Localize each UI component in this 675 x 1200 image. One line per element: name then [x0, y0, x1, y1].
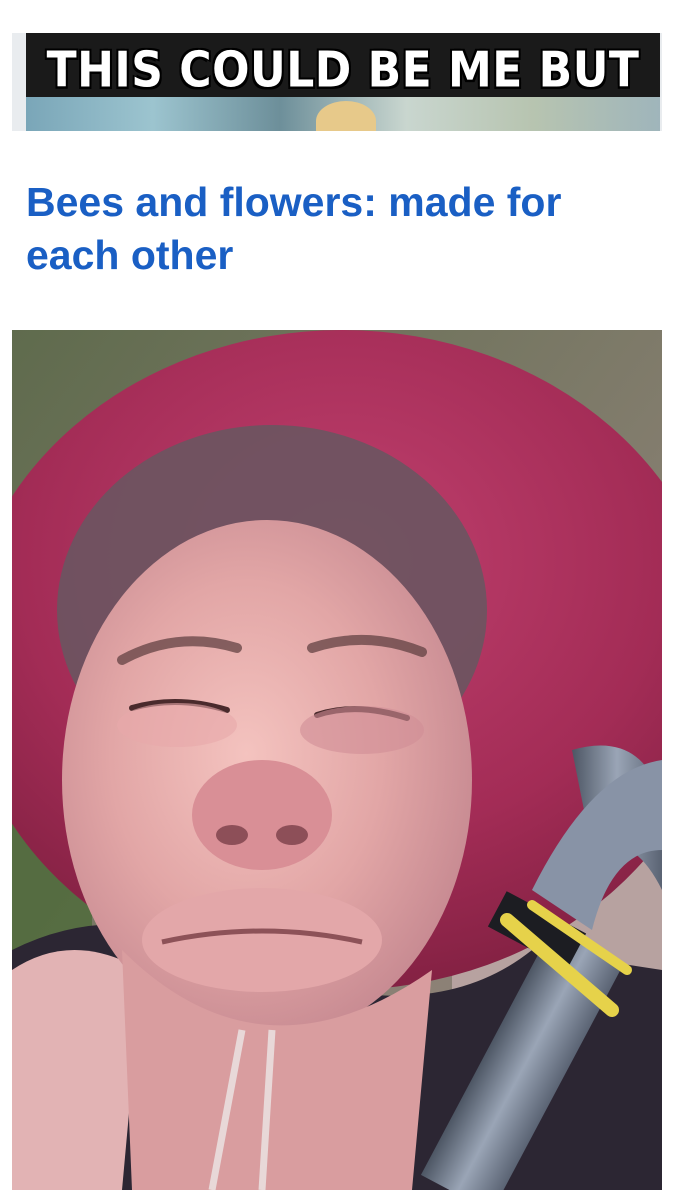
meme-banner-image: THIS COULD BE ME BUT [12, 33, 662, 131]
meme-caption: THIS COULD BE ME BUT [46, 41, 640, 100]
article-headline[interactable]: Bees and flowers: made for each other [26, 176, 656, 282]
meme-banner-background: THIS COULD BE ME BUT [26, 33, 660, 131]
article-photo[interactable] [12, 330, 662, 1190]
selfie-photo-illustration [12, 330, 662, 1190]
